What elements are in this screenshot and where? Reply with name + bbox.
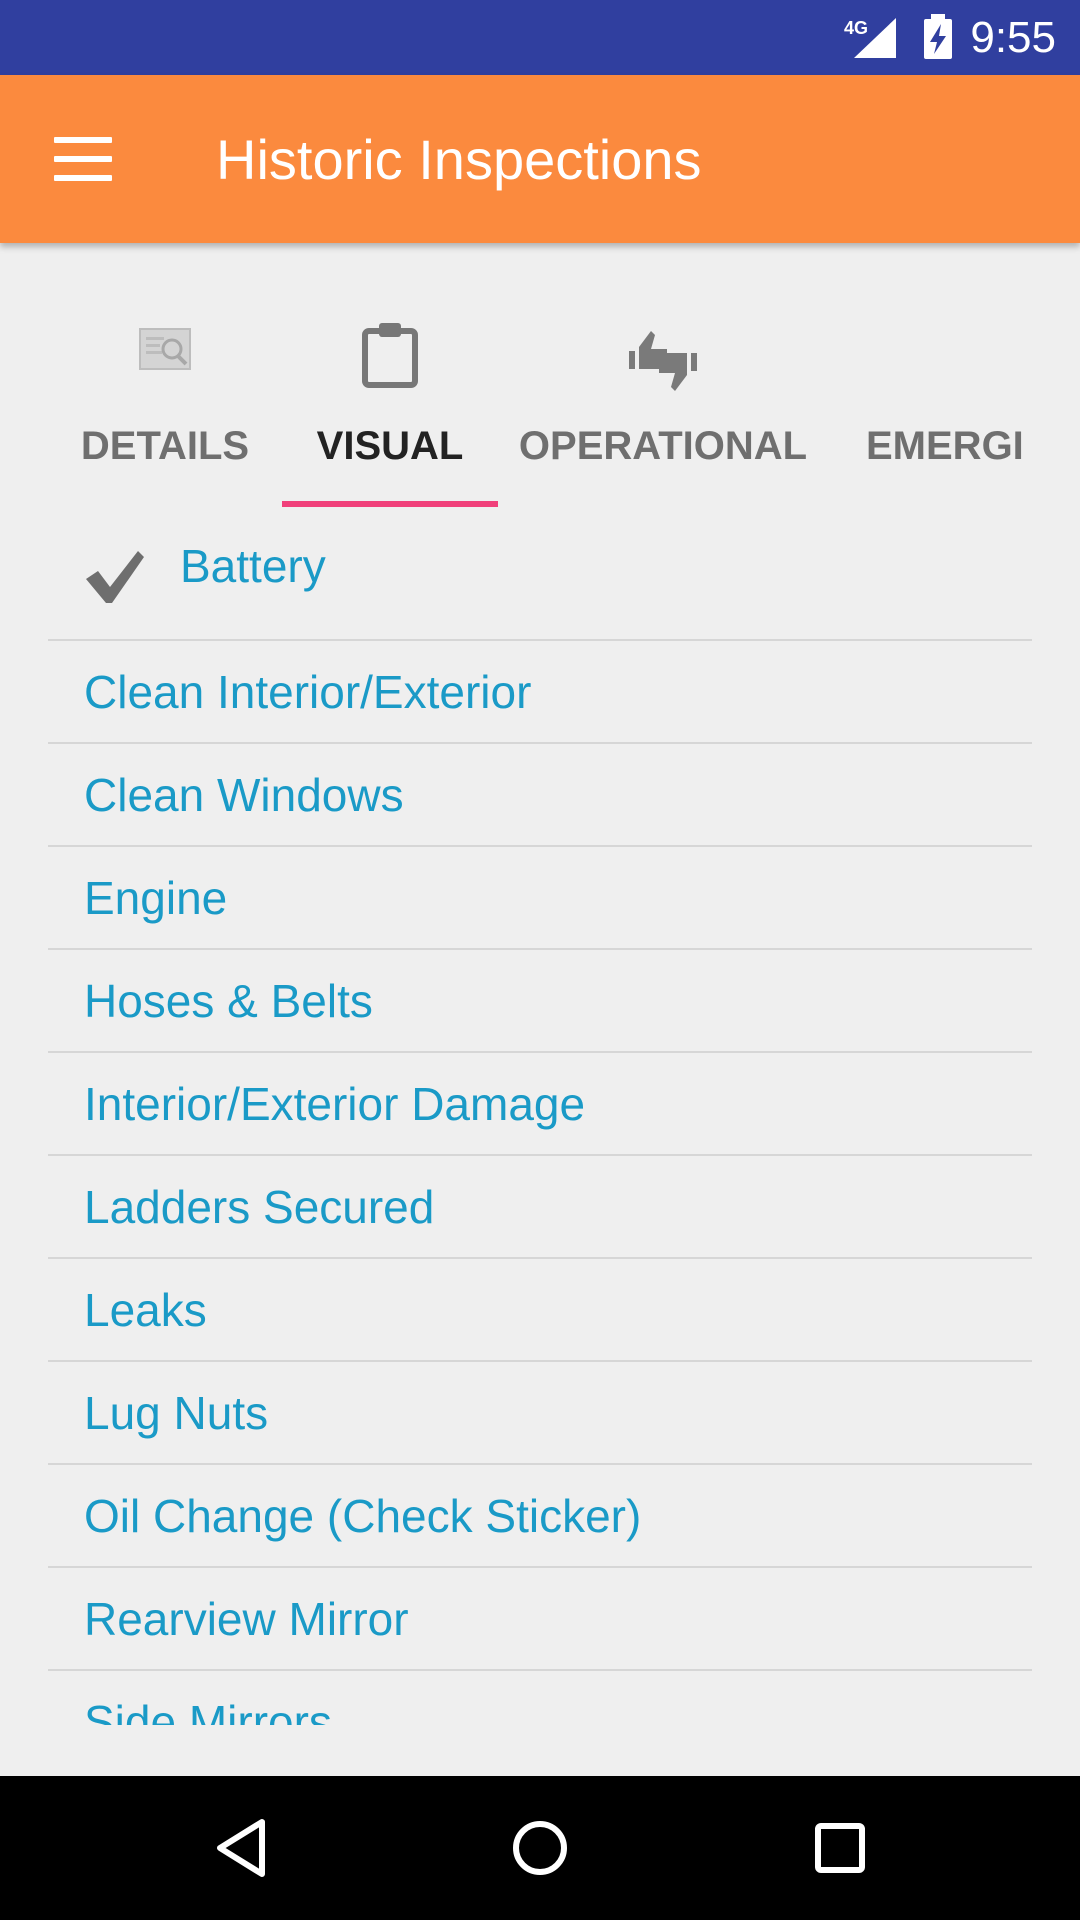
back-icon[interactable]	[206, 1812, 278, 1884]
status-bar: 4G 9:55	[0, 0, 1080, 75]
tab-label: DETAILS	[80, 424, 250, 468]
battery-charging-icon	[924, 14, 952, 59]
list-item[interactable]: Clean Windows	[48, 744, 1032, 847]
list-item-label: Lug Nuts	[84, 1387, 269, 1439]
list-item[interactable]: Rearview Mirror	[48, 1568, 1032, 1671]
home-icon[interactable]	[504, 1812, 576, 1884]
document-search-icon	[139, 328, 191, 370]
list-item-label: Oil Change (Check Sticker)	[84, 1490, 642, 1542]
list-item[interactable]: Interior/Exterior Damage	[48, 1053, 1032, 1156]
list-item-label: Battery	[180, 540, 326, 592]
check-icon	[86, 551, 144, 603]
list-item[interactable]: Hoses & Belts	[48, 950, 1032, 1053]
signal-4g-icon: 4G	[844, 18, 896, 58]
clipboard-icon	[362, 323, 418, 388]
tab-visual[interactable]: VISUAL	[282, 243, 498, 507]
tab-emergency[interactable]: EMERGI	[830, 243, 1032, 507]
tab-operational[interactable]: OPERATIONAL	[508, 243, 818, 507]
list-item-label: Leaks	[84, 1284, 207, 1336]
tab-label: OPERATIONAL	[518, 424, 808, 468]
list-item[interactable]: Lug Nuts	[48, 1362, 1032, 1465]
list-item[interactable]: Engine	[48, 847, 1032, 950]
list-item-label: Ladders Secured	[84, 1181, 435, 1233]
app-bar: Historic Inspections	[0, 75, 1080, 243]
list-item-label: Engine	[84, 872, 228, 924]
list-item[interactable]: Clean Interior/Exterior	[48, 641, 1032, 744]
system-nav-bar	[0, 1776, 1080, 1920]
thumbs-up-down-icon	[629, 331, 697, 391]
list-item[interactable]: Ladders Secured	[48, 1156, 1032, 1259]
list-item-label: Clean Interior/Exterior	[84, 666, 532, 718]
page-title: Historic Inspections	[216, 128, 702, 191]
menu-icon[interactable]	[54, 137, 112, 181]
tab-details[interactable]: DETAILS	[48, 243, 282, 507]
list-item[interactable]: Oil Change (Check Sticker)	[48, 1465, 1032, 1568]
tab-label: VISUAL	[316, 424, 464, 468]
list-item[interactable]: Side Mirrors	[48, 1671, 1032, 1725]
svg-text:4G: 4G	[844, 18, 868, 38]
clock-time: 9:55	[970, 13, 1056, 62]
list-item-label: Side Mirrors	[84, 1696, 332, 1725]
list-item[interactable]: Battery	[48, 507, 1032, 641]
list-item[interactable]: Leaks	[48, 1259, 1032, 1362]
tab-bar: DETAILS VISUAL OPERATIONAL EMERGI	[48, 243, 1032, 507]
tab-label: EMERGI	[866, 424, 1024, 468]
list-item-label: Interior/Exterior Damage	[84, 1078, 586, 1130]
recents-icon[interactable]	[804, 1812, 876, 1884]
list-item-label: Rearview Mirror	[84, 1593, 409, 1645]
list-item-label: Hoses & Belts	[84, 975, 373, 1027]
list-item-label: Clean Windows	[84, 769, 404, 821]
checklist: Battery Clean Interior/Exterior Clean Wi…	[48, 507, 1032, 1725]
